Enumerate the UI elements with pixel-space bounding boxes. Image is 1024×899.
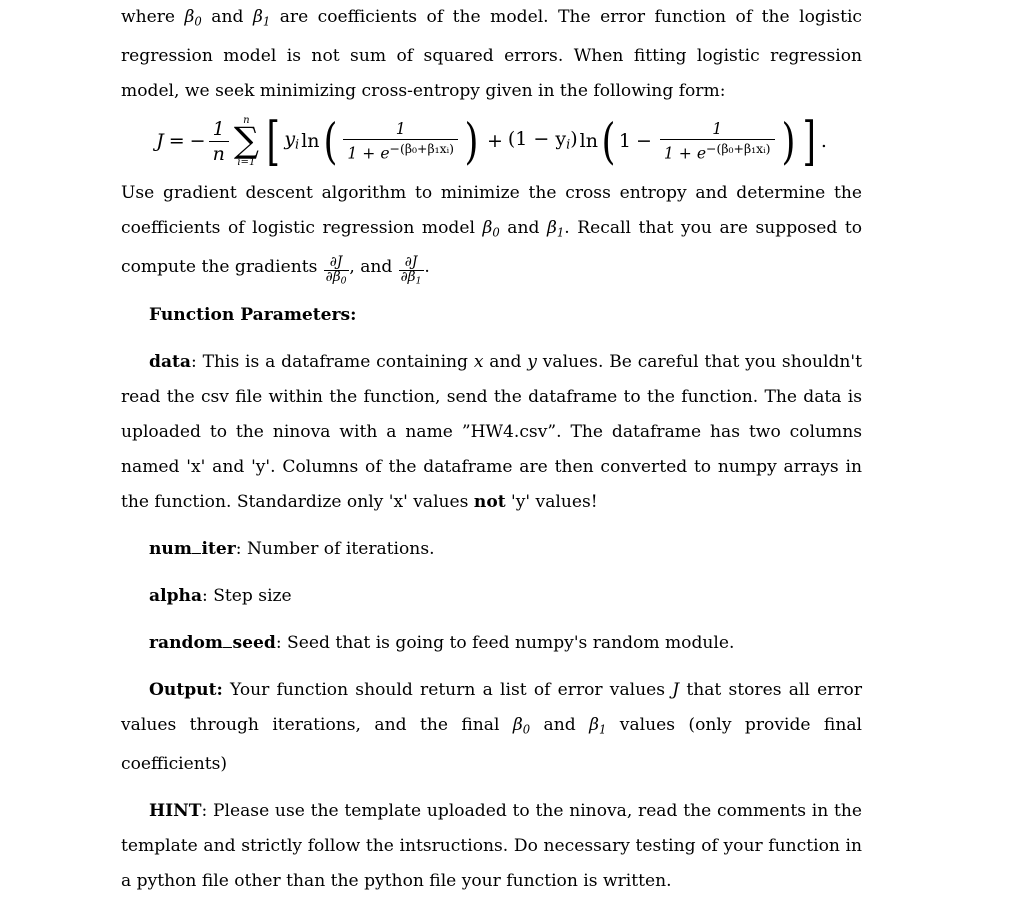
document-page: where β0 and β1 are coefficients of the … xyxy=(0,0,1024,891)
gradient-text-part2: and xyxy=(499,218,547,239)
heading-function-parameters: Function Parameters: xyxy=(121,298,862,333)
symbol-y: y xyxy=(527,351,537,372)
paragraph-intro: where β0 and β1 are coefficients of the … xyxy=(121,0,862,109)
intro-lead-text: where xyxy=(121,7,185,27)
eq-sigmoid-fraction-2: 1 1 + e−(β₀+β₁xᵢ) xyxy=(659,119,775,163)
display-equation-cross-entropy: J = − 1 n n ∑ i=1 [ yi ln ( 1 1 + e−(β₀+… xyxy=(121,115,862,168)
spacer-before-hint xyxy=(121,782,862,794)
symbol-beta-0: β0 xyxy=(184,7,202,29)
eq-summation: n ∑ i=1 xyxy=(234,115,259,168)
param-label-random-seed: random seed xyxy=(149,632,276,653)
symbol-beta-1: β1 xyxy=(252,7,271,29)
param-data-text-b: and xyxy=(483,351,528,372)
data-filename: ”HW4.csv” xyxy=(461,421,557,442)
eq-right-paren-2: ) xyxy=(781,113,795,170)
pd-1-denominator: ∂β1 xyxy=(398,268,424,287)
eq-equals: = xyxy=(168,130,185,153)
spacer-before-output xyxy=(121,661,862,673)
pd-0-numerator: ∂J xyxy=(329,253,343,270)
param-random-seed-text: : Seed that is going to feed numpy's ran… xyxy=(275,632,735,653)
eq-left-paren-1: ( xyxy=(322,113,337,170)
symbol-beta-1-ref: β1 xyxy=(547,218,565,240)
param-alpha-text: : Step size xyxy=(202,585,292,606)
output-text-a: Your function should return a list of er… xyxy=(222,679,673,700)
eq-sigmoid-1-exponent: −(β₀+β₁xᵢ) xyxy=(389,140,455,156)
sigma-icon: ∑ xyxy=(233,120,259,162)
eq-sigmoid-2-exponent: −(β₀+β₁xᵢ) xyxy=(706,140,771,156)
param-data-text-a: : This is a dataframe containing xyxy=(191,351,474,372)
spacer-before-alpha xyxy=(121,567,862,579)
eq-sigmoid-2-denominator: 1 + e−(β₀+β₁xᵢ) xyxy=(659,138,775,163)
eq-right-bracket: ] xyxy=(802,111,817,172)
eq-inner-minus: − xyxy=(636,130,652,153)
heading-function-parameters-label: Function Parameters: xyxy=(149,304,357,325)
hint-text: : Please use the template uploaded to th… xyxy=(121,801,862,892)
eq-one-minus-yi: (1 − yi) xyxy=(507,128,578,154)
paragraph-param-num-iter: num iter: Number of iterations. xyxy=(121,532,862,567)
eq-ln-1: ln xyxy=(301,130,320,153)
paragraph-output: Output: Your function should return a li… xyxy=(121,673,862,782)
underscore-glyph xyxy=(192,552,202,554)
param-label-num-iter: num iter xyxy=(149,538,236,559)
param-label-data: data xyxy=(149,351,191,372)
spacer-after-equation xyxy=(121,168,862,176)
eq-left-bracket: [ xyxy=(266,111,280,172)
eq-sigmoid-2-numerator: 1 xyxy=(712,119,723,138)
symbol-beta-0-output: β0 xyxy=(512,714,531,737)
spacer-after-heading xyxy=(121,333,862,345)
gradient-text-part4: , and xyxy=(349,257,398,278)
eq-right-paren-1: ) xyxy=(464,113,479,170)
document-text-block: where β0 and β1 are coefficients of the … xyxy=(121,0,862,899)
paragraph-param-data: data: This is a dataframe containing x a… xyxy=(121,345,862,520)
symbol-beta-0-ref: β0 xyxy=(482,218,500,240)
eq-sigmoid-1-numerator: 1 xyxy=(395,119,406,138)
pd-1-numerator: ∂J xyxy=(404,253,418,270)
underscore-glyph xyxy=(223,646,233,648)
eq-minus: − xyxy=(189,130,206,153)
symbol-x: x xyxy=(473,351,484,372)
partial-derivative-beta-1: ∂J ∂β1 xyxy=(398,253,424,287)
hint-label: HINT xyxy=(149,801,202,822)
paragraph-param-alpha: alpha: Step size xyxy=(121,579,862,614)
eq-J: J xyxy=(156,130,164,153)
spacer-before-num-iter xyxy=(121,520,862,532)
paragraph-gradient-instructions: Use gradient descent algorithm to minimi… xyxy=(121,176,862,286)
eq-sigmoid-fraction-1: 1 1 + e−(β₀+β₁xᵢ) xyxy=(343,119,459,163)
partial-derivative-beta-0: ∂J ∂β0 xyxy=(323,253,349,287)
symbol-beta-1-output: β1 xyxy=(589,714,607,737)
spacer-before-heading xyxy=(121,286,862,298)
eq-frac-numerator: 1 xyxy=(212,117,225,140)
output-text-c: and xyxy=(530,714,590,735)
spacer-before-random-seed xyxy=(121,614,862,626)
pd-0-denominator: ∂β0 xyxy=(323,268,349,287)
eq-inner-one: 1 xyxy=(618,130,631,153)
eq-left-paren-2: ( xyxy=(601,113,616,170)
param-num-iter-text: : Number of iterations. xyxy=(235,538,435,559)
eq-y-i: yi xyxy=(284,128,300,154)
eq-sum-lower-limit: i=1 xyxy=(237,157,256,169)
eq-trailing-period: . xyxy=(820,130,827,153)
param-data-text-e: 'y' values! xyxy=(505,491,598,512)
eq-sigmoid-1-denominator: 1 + e−(β₀+β₁xᵢ) xyxy=(343,138,459,163)
output-label: Output: xyxy=(149,679,223,700)
intro-conjunction: and xyxy=(201,7,253,27)
eq-ln-2: ln xyxy=(579,130,598,153)
param-data-emphasis-not: not xyxy=(473,491,506,512)
paragraph-hint: HINT: Please use the template uploaded t… xyxy=(121,794,862,899)
paragraph-param-random-seed: random seed: Seed that is going to feed n… xyxy=(121,626,862,661)
gradient-text-part5: . xyxy=(424,257,430,278)
eq-fraction-one-over-n: 1 n xyxy=(208,117,229,165)
eq-frac-denominator: n xyxy=(208,140,229,165)
param-label-alpha: alpha xyxy=(149,585,203,606)
eq-plus: + xyxy=(486,130,503,153)
